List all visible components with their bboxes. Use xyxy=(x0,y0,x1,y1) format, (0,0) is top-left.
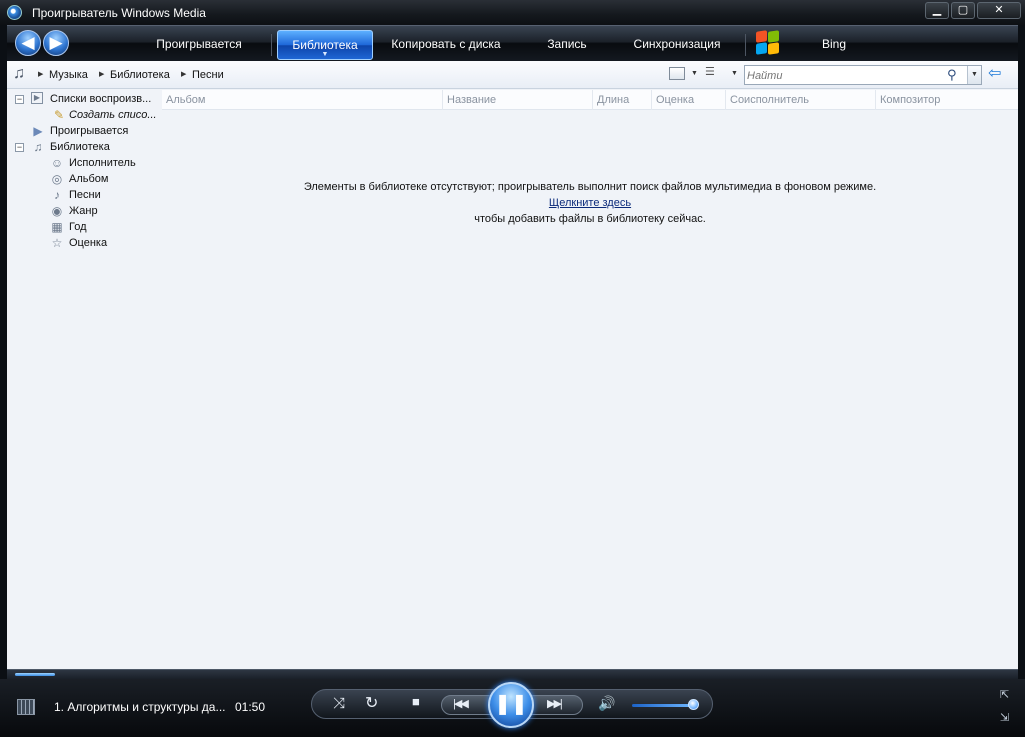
breadcrumb-library[interactable]: Библиотека xyxy=(110,69,170,81)
column-header-rating[interactable]: Оценка xyxy=(651,90,725,110)
address-toolbar: ♫ ▶ Музыка ▶ Библиотека ▶ Песни ▼ ☰ ▼ ⚲ … xyxy=(7,61,1018,89)
tab-bing[interactable]: Bing xyxy=(797,30,871,60)
volume-slider-thumb[interactable] xyxy=(688,699,699,710)
media-player-icon xyxy=(7,5,22,20)
column-header-album[interactable]: Альбом xyxy=(162,90,402,110)
windows-logo-icon[interactable] xyxy=(755,30,781,56)
tree-item-create-playlist[interactable]: Создать списо... xyxy=(69,107,157,123)
seek-progress[interactable] xyxy=(15,673,55,676)
tree-item-songs[interactable]: Песни xyxy=(69,187,101,203)
player-bar: 1. Алгоритмы и структуры да... 01:50 ⤨ ↻… xyxy=(0,679,1025,737)
forward-button[interactable]: ▶ xyxy=(43,30,69,56)
playback-time: 01:50 xyxy=(235,700,266,714)
stop-icon[interactable]: ■ xyxy=(412,694,420,709)
rating-icon: ☆ xyxy=(51,236,63,250)
breadcrumb-songs[interactable]: Песни xyxy=(192,69,224,81)
tree-item-library[interactable]: Библиотека xyxy=(50,139,110,155)
window-controls: ▁ ▢ ✕ xyxy=(925,2,1021,19)
search-dropdown-button[interactable]: ▼ xyxy=(967,66,981,84)
tree-item-rating[interactable]: Оценка xyxy=(69,235,107,251)
year-icon: ▦ xyxy=(51,220,63,234)
new-playlist-icon: ✎ xyxy=(53,108,65,122)
nav-separator xyxy=(745,34,746,56)
tab-library[interactable]: Библиотека ▼ xyxy=(277,30,373,60)
nav-bar: ◀ ▶ Проигрывается Библиотека ▼ Копироват… xyxy=(7,25,1018,61)
empty-library-message: Элементы в библиотеке отсутствуют; проиг… xyxy=(303,181,877,193)
tab-sync[interactable]: Синхронизация xyxy=(621,30,733,60)
search-input[interactable] xyxy=(747,68,943,83)
breadcrumb-arrow-icon[interactable]: ▶ xyxy=(99,69,104,80)
breadcrumb-arrow-icon[interactable]: ▶ xyxy=(38,69,43,80)
column-header-title[interactable]: Название xyxy=(442,90,592,110)
collapse-toggle[interactable]: − xyxy=(15,143,24,152)
tab-now-playing[interactable]: Проигрывается xyxy=(137,30,261,60)
tree-item-genre[interactable]: Жанр xyxy=(69,203,98,219)
chevron-down-icon[interactable]: ▼ xyxy=(731,70,738,77)
add-files-link[interactable]: Щелкните здесь xyxy=(549,197,631,209)
playlist-icon: ▶ xyxy=(31,92,43,104)
minimize-button[interactable]: ▁ xyxy=(925,2,949,19)
song-icon: ♪ xyxy=(54,188,60,202)
collapse-toggle[interactable]: − xyxy=(15,95,24,104)
chevron-down-icon[interactable]: ▼ xyxy=(691,70,698,77)
add-files-hint: чтобы добавить файлы в библиотеку сейчас… xyxy=(474,213,706,225)
video-switch-icon[interactable] xyxy=(17,699,35,715)
now-playing-title: 1. Алгоритмы и структуры да... xyxy=(54,700,226,714)
tab-rip[interactable]: Копировать с диска xyxy=(381,30,511,60)
volume-slider[interactable] xyxy=(632,704,694,707)
view-options-icon[interactable] xyxy=(669,67,685,80)
column-headers: Альбом Название Длина Оценка Соисполните… xyxy=(162,90,1018,110)
back-arrow-icon[interactable]: ⇦ xyxy=(988,65,1001,83)
maximize-button[interactable]: ▢ xyxy=(951,2,975,19)
shuffle-icon[interactable]: ⤨ xyxy=(333,695,345,712)
back-button[interactable]: ◀ xyxy=(15,30,41,56)
tree-item-artist[interactable]: Исполнитель xyxy=(69,155,136,171)
tree-item-year[interactable]: Год xyxy=(69,219,87,235)
close-button[interactable]: ✕ xyxy=(977,2,1021,19)
album-icon: ◎ xyxy=(51,172,63,186)
tab-library-label: Библиотека xyxy=(292,38,358,52)
repeat-icon[interactable]: ↻ xyxy=(365,693,378,713)
list-options-icon[interactable]: ☰ xyxy=(705,67,721,80)
chevron-down-icon: ▼ xyxy=(321,51,329,58)
previous-icon[interactable]: |◀◀ xyxy=(453,697,469,710)
music-note-icon: ♫ xyxy=(13,65,25,82)
seek-bar[interactable] xyxy=(7,669,1018,679)
now-playing-icon: ▶ xyxy=(33,124,43,138)
tree-item-playlists[interactable]: Списки воспроизв... xyxy=(50,91,151,107)
breadcrumb-arrow-icon[interactable]: ▶ xyxy=(181,69,186,80)
navigation-tree: − ▶ Списки воспроизв... ✎ Создать списо.… xyxy=(7,89,162,669)
breadcrumb-music[interactable]: Музыка xyxy=(49,69,88,81)
window-title: Проигрыватель Windows Media xyxy=(32,6,206,20)
search-icon[interactable]: ⚲ xyxy=(947,67,957,83)
next-icon[interactable]: ▶▶| xyxy=(547,697,563,710)
genre-icon: ◉ xyxy=(51,204,63,218)
volume-icon[interactable]: 🔊 xyxy=(598,695,615,712)
search-box[interactable]: ⚲ ▼ xyxy=(744,65,982,85)
column-header-length[interactable]: Длина xyxy=(592,90,651,110)
column-header-composer[interactable]: Композитор xyxy=(875,90,1018,110)
tab-burn[interactable]: Запись xyxy=(523,30,611,60)
artist-icon: ☺ xyxy=(50,156,64,170)
tree-item-album[interactable]: Альбом xyxy=(69,171,108,187)
column-header-contributing-artist[interactable]: Соисполнитель xyxy=(725,90,875,110)
library-content: − ▶ Списки воспроизв... ✎ Создать списо.… xyxy=(7,89,1018,669)
title-bar: Проигрыватель Windows Media ▁ ▢ ✕ xyxy=(0,0,1025,25)
tree-item-now-playing[interactable]: Проигрывается xyxy=(50,123,128,139)
music-library-icon: ♫ xyxy=(33,140,43,154)
pause-button[interactable]: ❚❚ xyxy=(488,682,534,728)
switch-to-now-playing-icon[interactable]: ⇱ xyxy=(1000,688,1009,701)
nav-separator xyxy=(271,34,272,56)
resize-corner-icon[interactable]: ⇲ xyxy=(1000,711,1009,724)
add-files-link-row: Щелкните здесь xyxy=(162,197,1018,209)
